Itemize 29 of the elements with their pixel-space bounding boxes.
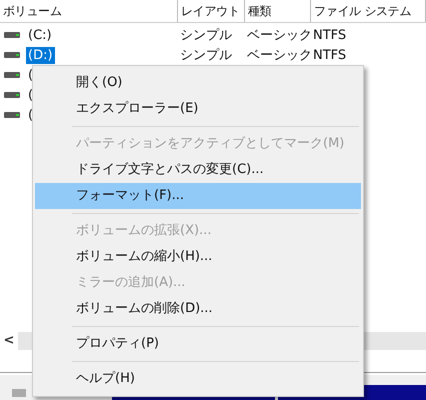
column-header[interactable]: ボリューム (0, 0, 178, 22)
table-cell-text: シンプル (179, 28, 232, 43)
volume-cell[interactable]: (C:) (26, 26, 54, 44)
menu-item[interactable]: エクスプローラー(E) (35, 96, 361, 122)
column-header[interactable]: 種類 (245, 0, 311, 22)
drive-icon (4, 72, 20, 78)
drive-icon (4, 52, 20, 58)
menu-item[interactable]: 開く(O) (35, 70, 361, 96)
table-cell-text: ベーシック (246, 28, 312, 43)
drive-icon (4, 92, 20, 98)
volume-cell[interactable]: ( (26, 106, 36, 124)
menu-item[interactable]: ドライブ文字とパスの変更(C)... (35, 157, 361, 183)
menu-item[interactable]: ボリュームの削除(D)... (35, 296, 361, 322)
menu-item[interactable]: フォーマット(F)... (35, 183, 361, 209)
scroll-left-button[interactable]: < (0, 332, 18, 350)
table-cell-text: ベーシック (246, 48, 312, 63)
volume-cell[interactable]: ( (26, 66, 36, 84)
menu-item[interactable]: ボリュームの縮小(H)... (35, 244, 361, 270)
volume-cell[interactable]: (D:) (26, 46, 55, 64)
menu-item[interactable]: プロパティ(P) (35, 331, 361, 357)
menu-item[interactable]: ヘルプ(H) (35, 366, 361, 392)
table-cell-text: NTFS (312, 28, 346, 42)
table-cell-text: NTFS (312, 48, 346, 62)
table-cell-text: シンプル (179, 48, 232, 63)
drive-icon (4, 112, 20, 118)
column-header[interactable]: ファイル システム (311, 0, 426, 22)
drive-icon (4, 32, 20, 38)
volume-cell[interactable]: ( (26, 86, 36, 104)
column-header[interactable]: レイアウト (178, 0, 245, 22)
